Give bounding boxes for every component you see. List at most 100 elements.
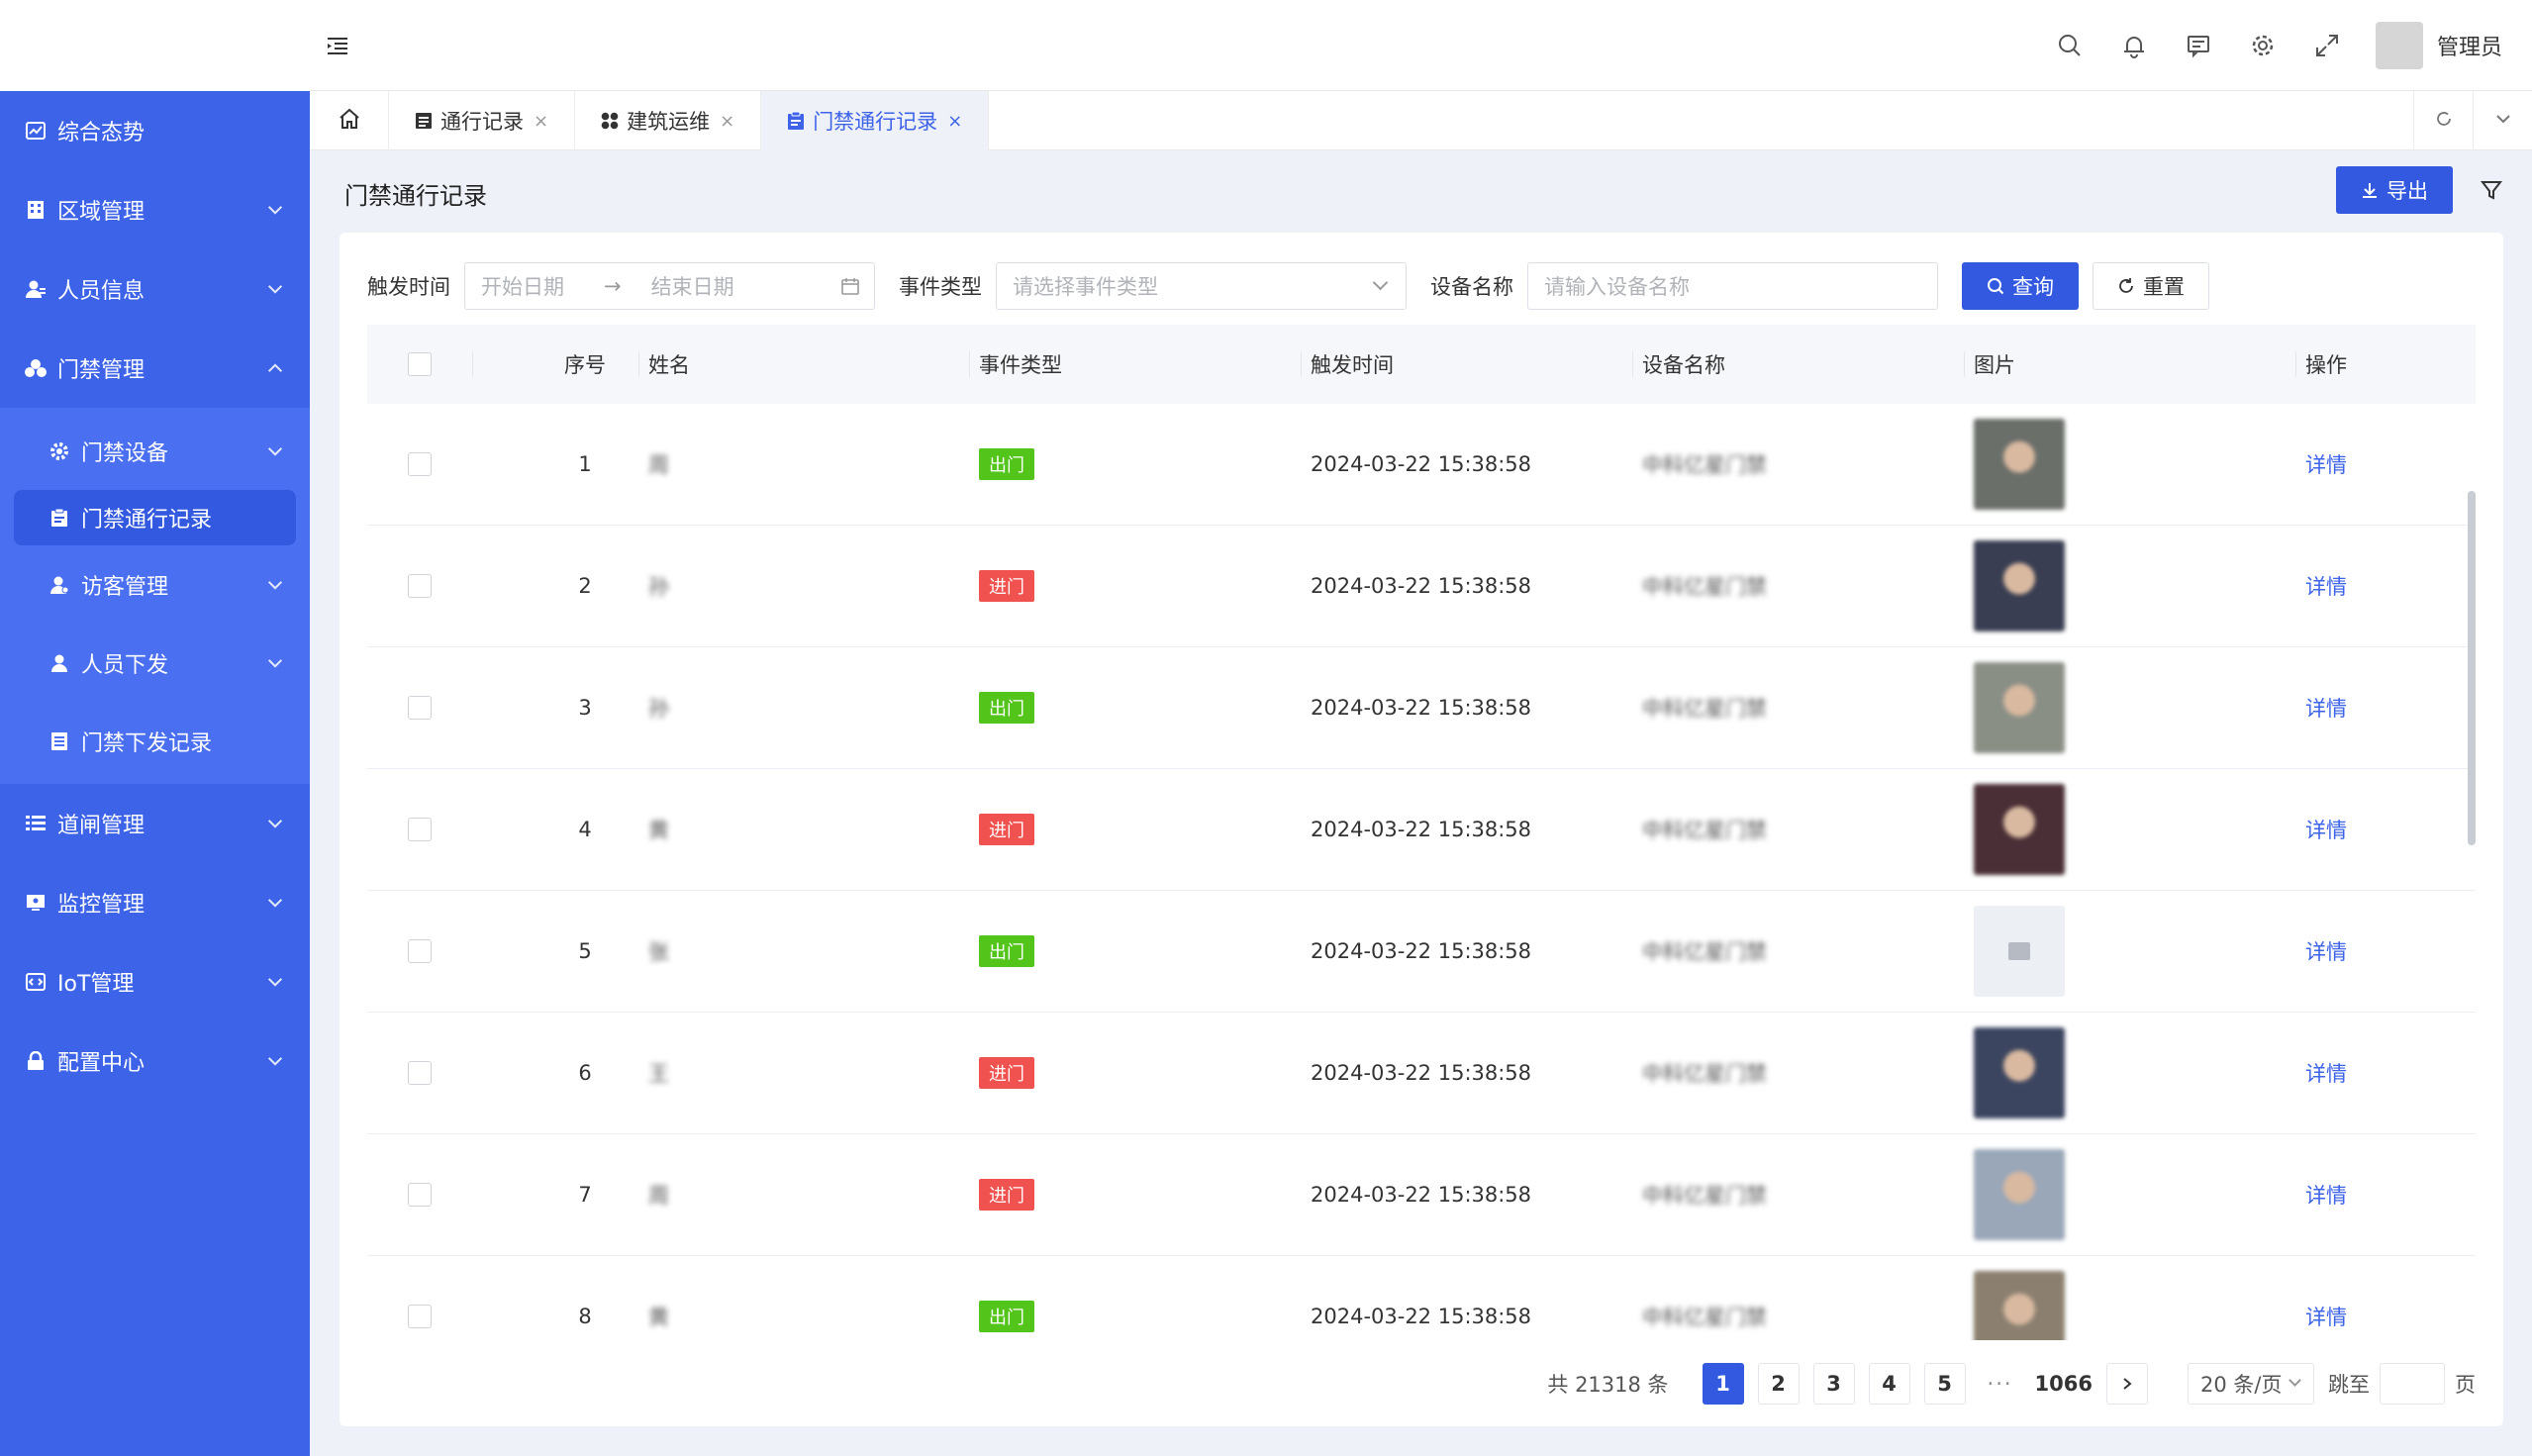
row-device-cell: 中科亿星门禁 — [1632, 404, 1964, 525]
row-type-cell: 进门 — [969, 1134, 1301, 1255]
row-image-cell — [1964, 1256, 2295, 1340]
detail-link[interactable]: 详情 — [2305, 449, 2347, 479]
person-icon — [48, 651, 71, 675]
sidebar-item-visitor[interactable]: 访客管理 — [0, 545, 310, 624]
close-icon[interactable]: × — [720, 111, 734, 132]
date-range-picker[interactable]: 开始日期 → 结束日期 — [464, 262, 875, 310]
row-action-cell: 详情 — [2295, 1134, 2474, 1255]
filter-icon[interactable] — [2480, 178, 2503, 202]
sidebar-item-overview[interactable]: 综合态势 — [0, 91, 310, 170]
reset-button[interactable]: 重置 — [2093, 262, 2209, 310]
table-scrollbar[interactable] — [2468, 491, 2476, 845]
sidebar-item-label: 门禁设备 — [81, 440, 169, 466]
detail-link[interactable]: 详情 — [2305, 1180, 2347, 1210]
page-button[interactable]: 4 — [1868, 1363, 1910, 1405]
face-photo[interactable] — [1974, 419, 2065, 510]
sidebar-item-access-control[interactable]: 门禁管理 — [0, 329, 310, 408]
row-checkbox[interactable] — [408, 574, 432, 598]
tab-menu-button[interactable] — [2473, 91, 2532, 150]
arrow-right-icon: → — [604, 274, 622, 298]
clipboard-icon — [48, 506, 71, 530]
face-photo[interactable] — [1974, 540, 2065, 631]
username[interactable]: 管理员 — [2437, 30, 2502, 61]
close-icon[interactable]: × — [947, 111, 962, 132]
detail-link[interactable]: 详情 — [2305, 693, 2347, 723]
trigger-time: 2024-03-22 15:38:58 — [1311, 818, 1532, 841]
sidebar-item-label: 综合态势 — [57, 121, 146, 146]
detail-link[interactable]: 详情 — [2305, 1302, 2347, 1331]
sidebar-item-barrier[interactable]: 道闸管理 — [0, 784, 310, 863]
sidebar-item-access-device[interactable]: 门禁设备 — [0, 412, 310, 490]
page-button[interactable]: 5 — [1923, 1363, 1966, 1405]
row-image-cell — [1964, 404, 2295, 525]
sidebar-item-personnel[interactable]: 人员信息 — [0, 249, 310, 329]
jump-page-input[interactable] — [2380, 1363, 2445, 1405]
sidebar-item-monitor[interactable]: 监控管理 — [0, 863, 310, 942]
row-checkbox[interactable] — [408, 939, 432, 963]
row-action-cell: 详情 — [2295, 891, 2474, 1012]
sidebar-item-iot[interactable]: IoT管理 — [0, 942, 310, 1021]
sidebar-item-access-records[interactable]: 门禁通行记录 — [14, 490, 296, 545]
chevron-down-icon — [267, 893, 283, 908]
row-checkbox[interactable] — [408, 1061, 432, 1085]
face-photo[interactable] — [1974, 1027, 2065, 1118]
face-photo-placeholder[interactable] — [1974, 906, 2065, 997]
bell-icon[interactable] — [2119, 31, 2149, 60]
refresh-tab-button[interactable] — [2413, 91, 2473, 150]
search-icon[interactable] — [2055, 31, 2085, 60]
tab-pass-records[interactable]: 通行记录 × — [389, 91, 576, 150]
row-checkbox[interactable] — [408, 452, 432, 476]
row-name-cell: 周 — [638, 1134, 969, 1255]
export-button[interactable]: 导出 — [2336, 166, 2453, 214]
face-photo[interactable] — [1974, 1271, 2065, 1340]
tab-access-records[interactable]: 门禁通行记录 × — [761, 91, 990, 150]
detail-link[interactable]: 详情 — [2305, 815, 2347, 844]
detail-link[interactable]: 详情 — [2305, 571, 2347, 601]
sidebar-item-config[interactable]: 配置中心 — [0, 1021, 310, 1101]
trigger-time-label: 触发时间 — [367, 275, 450, 299]
sidebar-item-person-issue[interactable]: 人员下发 — [0, 624, 310, 702]
row-checkbox[interactable] — [408, 818, 432, 841]
face-photo[interactable] — [1974, 662, 2065, 753]
close-icon[interactable]: × — [534, 111, 548, 132]
end-date-input[interactable]: 结束日期 — [651, 271, 734, 301]
next-page-button[interactable] — [2106, 1363, 2148, 1405]
sidebar-item-issue-records[interactable]: 门禁下发记录 — [0, 702, 310, 780]
tab-home[interactable] — [310, 91, 389, 150]
page-size-select[interactable]: 20 条/页 — [2188, 1363, 2314, 1405]
face-photo[interactable] — [1974, 1149, 2065, 1240]
query-button[interactable]: 查询 — [1962, 262, 2079, 310]
row-name-cell: 黄 — [638, 769, 969, 890]
device-name: 中科亿星门禁 — [1642, 819, 1767, 842]
trigger-time: 2024-03-22 15:38:58 — [1311, 939, 1532, 963]
detail-link[interactable]: 详情 — [2305, 1058, 2347, 1088]
page-ellipsis[interactable]: ··· — [1979, 1363, 2021, 1405]
row-checkbox[interactable] — [408, 696, 432, 720]
face-photo[interactable] — [1974, 784, 2065, 875]
sidebar-item-area[interactable]: 区域管理 — [0, 170, 310, 249]
tab-label: 门禁通行记录 — [813, 110, 938, 134]
select-all-checkbox[interactable] — [408, 352, 432, 376]
event-type-select[interactable]: 请选择事件类型 — [996, 262, 1407, 310]
page-button[interactable]: 1 — [1702, 1363, 1744, 1405]
row-checkbox[interactable] — [408, 1305, 432, 1328]
refresh-icon — [2434, 109, 2454, 133]
row-image-cell — [1964, 891, 2295, 1012]
detail-link[interactable]: 详情 — [2305, 936, 2347, 966]
event-type-tag: 出门 — [979, 448, 1034, 480]
message-icon[interactable] — [2184, 31, 2213, 60]
event-type-tag: 出门 — [979, 935, 1034, 967]
row-action-cell: 详情 — [2295, 1013, 2474, 1133]
avatar[interactable] — [2375, 22, 2423, 69]
tab-building-ops[interactable]: 建筑运维 × — [575, 91, 762, 150]
page-button[interactable]: 3 — [1812, 1363, 1855, 1405]
menu-fold-icon[interactable] — [326, 34, 349, 57]
settings-icon[interactable] — [2248, 31, 2278, 60]
fullscreen-icon[interactable] — [2312, 31, 2342, 60]
page-button[interactable]: 2 — [1757, 1363, 1800, 1405]
start-date-input[interactable]: 开始日期 — [481, 271, 564, 301]
row-checkbox[interactable] — [408, 1183, 432, 1207]
row-name-cell: 孙 — [638, 526, 969, 646]
device-name-input[interactable]: 请输入设备名称 — [1527, 262, 1938, 310]
page-button-last[interactable]: 1066 — [2034, 1363, 2093, 1405]
